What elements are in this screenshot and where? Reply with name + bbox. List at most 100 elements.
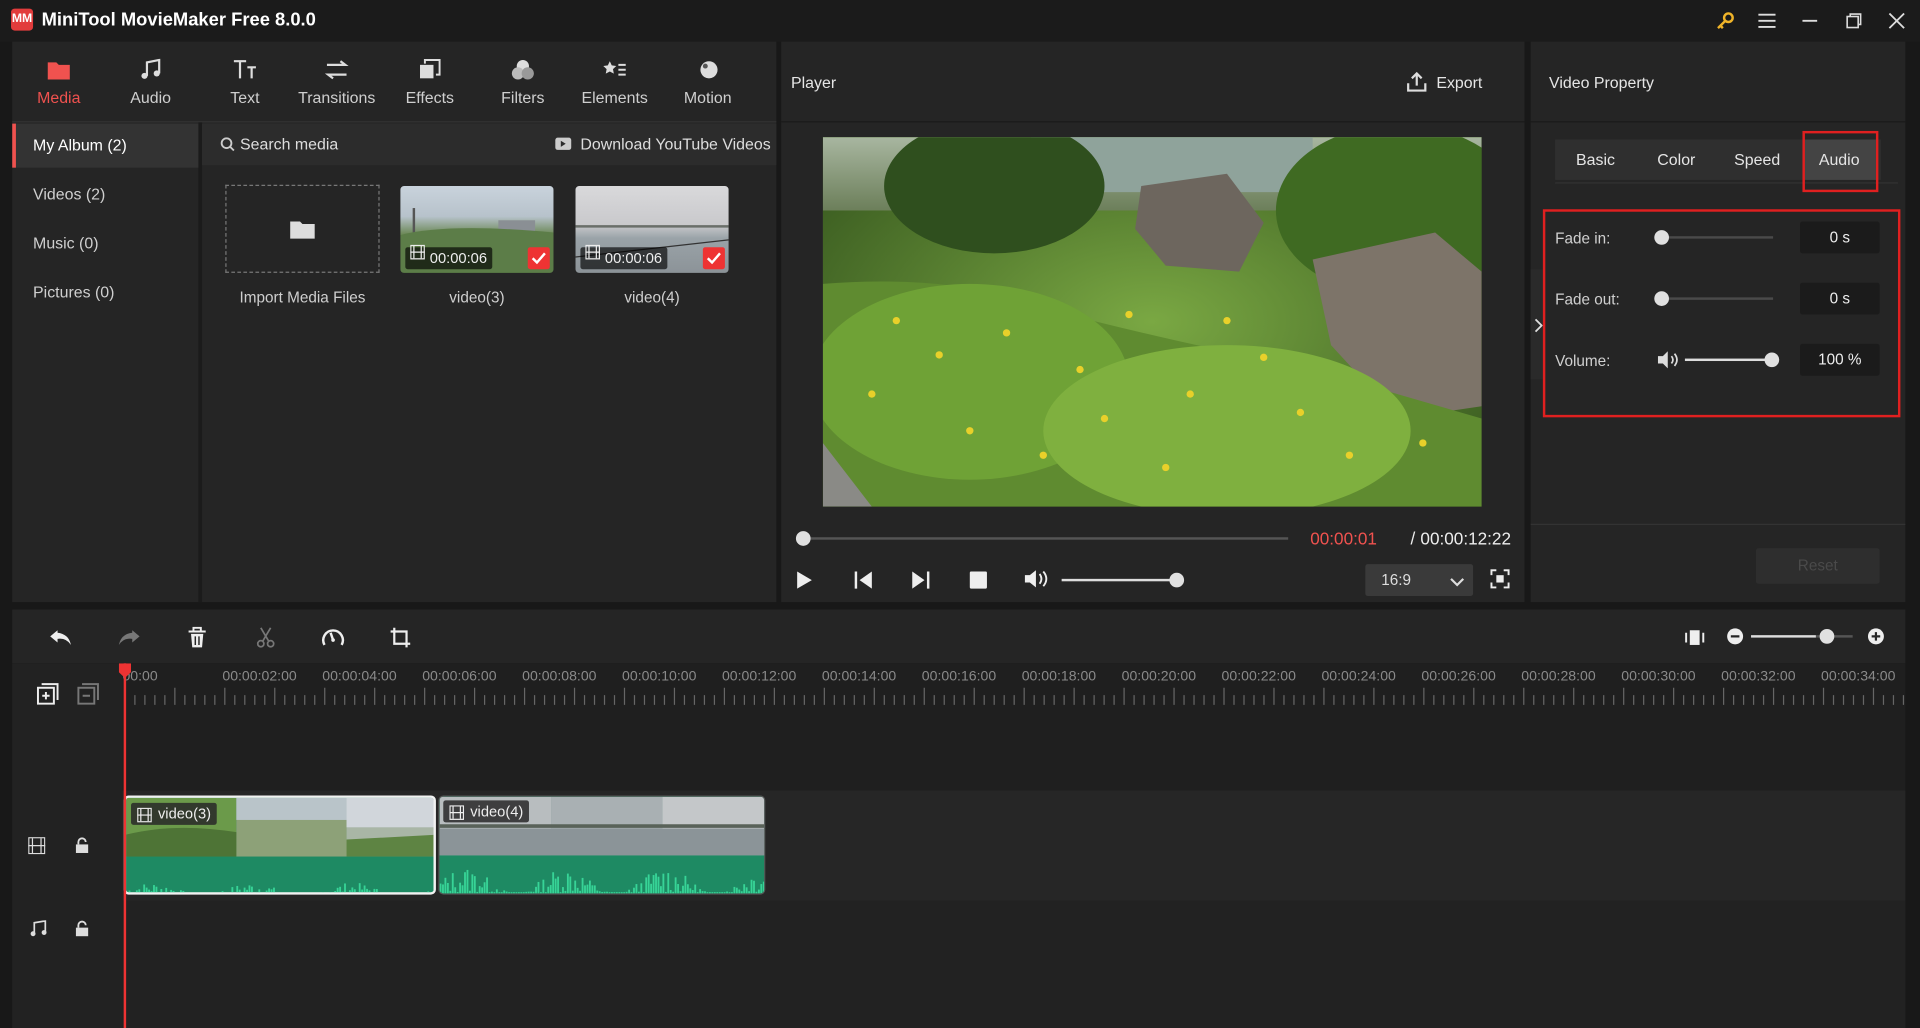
next-frame-icon[interactable]: [911, 570, 931, 596]
remove-track-icon[interactable]: [77, 683, 99, 711]
waveform-bar: [510, 892, 513, 894]
waveform-bar: [442, 884, 444, 894]
stop-icon[interactable]: [969, 571, 987, 589]
add-track-icon[interactable]: [36, 683, 59, 711]
preview-scene: [822, 137, 1482, 507]
waveform-bar: [341, 891, 344, 893]
player-progress-handle[interactable]: [795, 531, 811, 546]
playhead[interactable]: [123, 663, 127, 1028]
album-divider: [198, 122, 203, 603]
waveform-bar: [430, 893, 432, 894]
tab-audio[interactable]: Audio: [111, 56, 189, 115]
waveform-bar: [317, 892, 319, 894]
zoom-out-icon[interactable]: [1727, 628, 1744, 651]
export-button[interactable]: Export: [1436, 73, 1482, 91]
waveform-bar: [251, 886, 253, 893]
music-track-lock-icon[interactable]: [75, 920, 90, 943]
waveform-bar: [586, 884, 589, 894]
crop-icon[interactable]: [386, 624, 415, 651]
speed-gauge-icon[interactable]: [318, 624, 347, 651]
reset-button[interactable]: Reset: [1755, 548, 1880, 584]
video4-checkmark-icon[interactable]: [702, 247, 725, 270]
tab-filters[interactable]: Filters: [484, 56, 562, 115]
waveform-bar: [353, 889, 356, 893]
minimize-icon[interactable]: [1796, 7, 1823, 34]
tab-effects[interactable]: Effects: [391, 56, 469, 115]
undo-icon[interactable]: [47, 624, 76, 651]
previous-frame-icon[interactable]: [853, 570, 873, 596]
waveform-bar: [542, 879, 545, 894]
player-progress-track[interactable]: [798, 537, 1289, 540]
tab-text[interactable]: Text: [206, 56, 284, 115]
waveform-bar: [527, 891, 530, 894]
volume-value[interactable]: 100 %: [1800, 343, 1880, 376]
waveform-bar: [579, 890, 582, 894]
album-videos[interactable]: Videos (2): [12, 173, 198, 217]
waveform-bar: [537, 881, 540, 894]
play-icon[interactable]: [796, 570, 813, 596]
fit-timeline-icon[interactable]: [1680, 624, 1709, 651]
waveform-bar: [444, 877, 447, 894]
volume-label: Volume:: [1555, 352, 1611, 370]
waveform-bar: [630, 892, 633, 894]
video3-checkmark-icon[interactable]: [527, 247, 550, 270]
close-icon[interactable]: [1883, 7, 1910, 34]
fullscreen-icon[interactable]: [1490, 569, 1510, 595]
search-media-input[interactable]: Search media: [240, 135, 338, 153]
maximize-icon[interactable]: [1840, 7, 1867, 34]
chevron-right-icon[interactable]: [1533, 317, 1543, 339]
fade-out-handle[interactable]: [1654, 291, 1669, 306]
split-scissors-icon[interactable]: [251, 624, 280, 651]
waveform-bar: [217, 893, 219, 894]
player-volume-track[interactable]: [1061, 578, 1180, 582]
volume-slider[interactable]: [1684, 358, 1772, 362]
video-track-lock-icon[interactable]: [75, 837, 90, 860]
waveform-bar: [464, 872, 466, 894]
waveform-bar: [466, 869, 469, 894]
volume-handle[interactable]: [1764, 352, 1780, 368]
film-icon: [410, 244, 425, 266]
fade-out-slider[interactable]: [1661, 297, 1774, 300]
key-icon[interactable]: [1712, 7, 1739, 34]
fade-in-slider[interactable]: [1661, 236, 1774, 239]
download-youtube-button[interactable]: Download YouTube Videos: [580, 135, 770, 153]
menu-icon[interactable]: [1753, 7, 1780, 34]
waveform-bar: [187, 893, 189, 894]
tab-elements[interactable]: Elements: [576, 56, 654, 115]
album-my-album[interactable]: My Album (2): [12, 123, 199, 168]
timeline-clip-video4[interactable]: video(4): [438, 795, 766, 895]
fade-in-value[interactable]: 0 s: [1800, 221, 1880, 254]
timeline-clip-video3[interactable]: video(3): [123, 795, 436, 895]
volume-icon[interactable]: [1024, 568, 1048, 596]
redo-icon[interactable]: [114, 624, 143, 651]
zoom-slider[interactable]: [1751, 635, 1816, 638]
tab-motion[interactable]: Motion: [669, 56, 747, 115]
waveform-bar: [456, 892, 459, 894]
waveform-bar: [366, 888, 368, 893]
tab-motion-label: Motion: [683, 88, 732, 107]
album-pictures[interactable]: Pictures (0): [12, 270, 198, 314]
tab-transitions[interactable]: Transitions: [298, 56, 376, 115]
video-preview: [822, 137, 1482, 507]
zoom-in-icon[interactable]: [1867, 628, 1884, 651]
tab-media[interactable]: Media: [20, 56, 98, 115]
media-item-video4[interactable]: 00:00:06: [575, 186, 729, 273]
waveform-bar: [248, 885, 251, 893]
tab-color[interactable]: Color: [1636, 140, 1717, 180]
waveform-bar: [371, 893, 373, 894]
tab-text-label: Text: [230, 88, 260, 107]
delete-icon[interactable]: [182, 624, 211, 651]
waveform-bar: [378, 893, 380, 894]
fade-out-value[interactable]: 0 s: [1800, 282, 1880, 315]
waveform-bar: [219, 893, 221, 894]
media-item-video3[interactable]: 00:00:06: [400, 186, 554, 273]
fade-in-handle[interactable]: [1654, 230, 1669, 245]
tab-basic[interactable]: Basic: [1555, 140, 1636, 180]
music-note-icon: [140, 56, 162, 83]
waveform-bar: [386, 893, 388, 895]
album-music[interactable]: Music (0): [12, 222, 198, 266]
tab-speed[interactable]: Speed: [1717, 140, 1798, 180]
timeline-toolbar: [12, 609, 1906, 664]
player-volume-handle[interactable]: [1169, 572, 1185, 588]
waveform-bar: [566, 873, 569, 894]
